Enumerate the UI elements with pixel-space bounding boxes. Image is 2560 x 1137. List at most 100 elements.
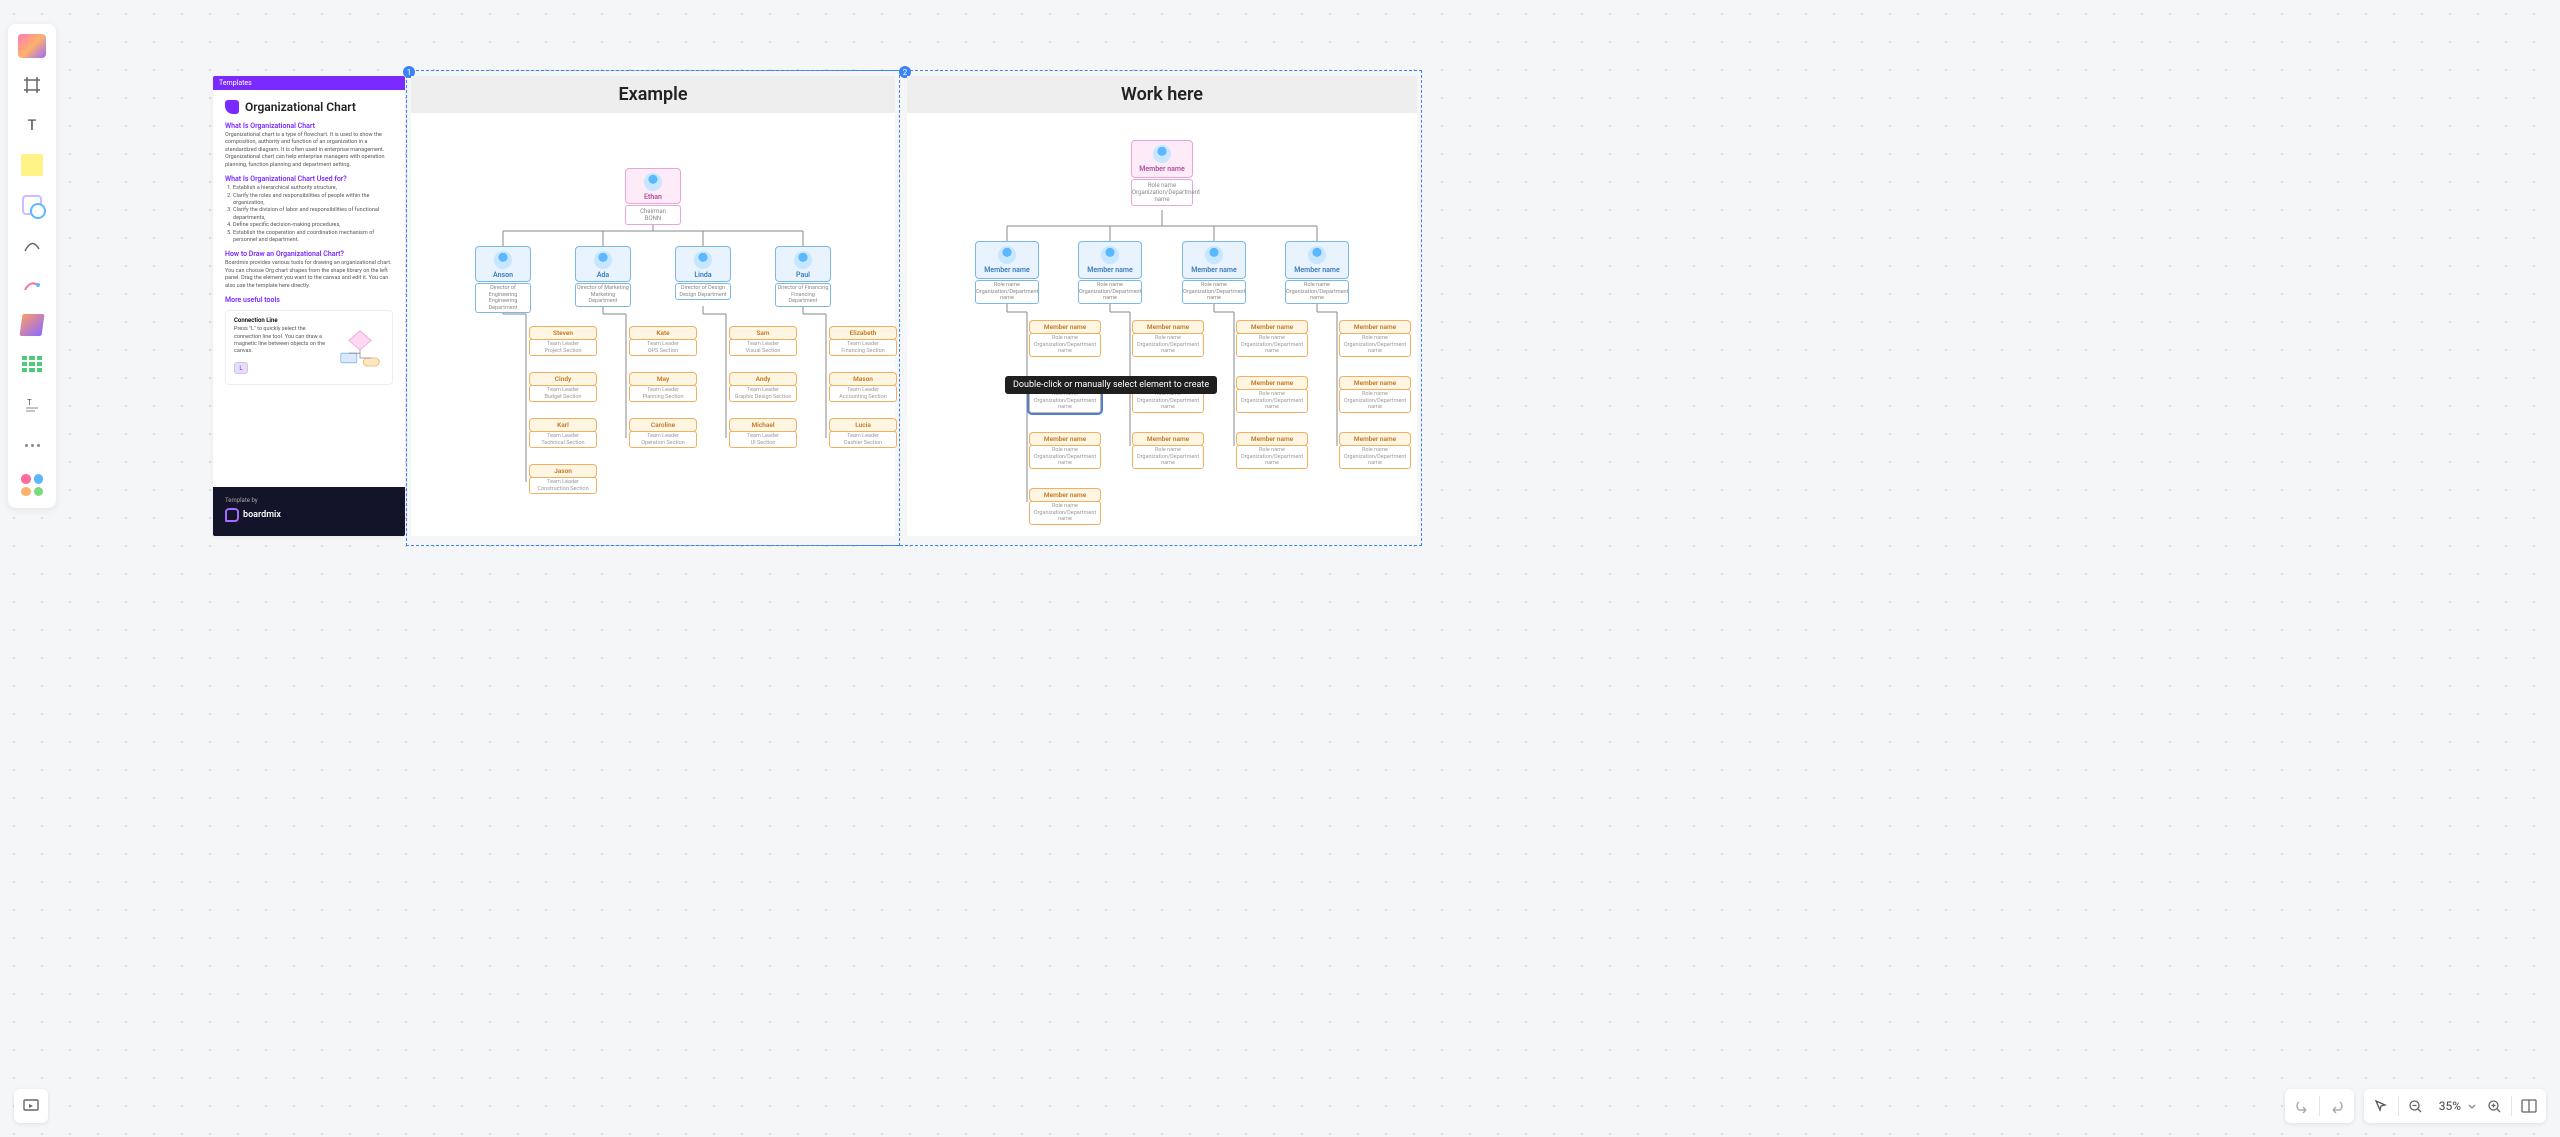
- info-li: Establish the cooperation and coordinati…: [233, 230, 393, 245]
- org-leaf-meta[interactable]: Team LeaderVisual Section: [729, 339, 797, 356]
- pen-tool-icon[interactable]: [19, 272, 45, 298]
- org-leaf-node[interactable]: Member name: [1339, 320, 1411, 334]
- org-dir-meta[interactable]: Role nameOrganization/Department name: [1182, 280, 1246, 304]
- org-leaf-node[interactable]: Member name: [1339, 432, 1411, 446]
- zoom-level[interactable]: 35%: [2433, 1099, 2467, 1113]
- org-leaf-meta[interactable]: Team LeaderCashier Section: [829, 431, 897, 448]
- frame-title: Work here: [907, 76, 1417, 113]
- org-dir-meta[interactable]: Director of MarketingMarketing Departmen…: [575, 283, 631, 307]
- frame-tool-icon[interactable]: [19, 72, 45, 98]
- org-leaf-node[interactable]: Andy: [729, 372, 797, 386]
- org-dir-node[interactable]: Anson: [475, 246, 531, 282]
- org-leaf-node[interactable]: Member name: [1236, 320, 1308, 334]
- org-dir-meta[interactable]: Director of DesignDesign Department: [675, 283, 731, 300]
- sticky-note-tool-icon[interactable]: [19, 152, 45, 178]
- org-dir-node[interactable]: Member name: [1078, 241, 1142, 279]
- template-info-panel[interactable]: Templates Organizational Chart What Is O…: [213, 76, 405, 536]
- org-leaf-meta[interactable]: Role nameOrganization/Department name: [1339, 333, 1411, 357]
- info-h2: What Is Organizational Chart Used for?: [225, 175, 393, 183]
- textblock-tool-icon[interactable]: T: [19, 392, 45, 418]
- org-top-node[interactable]: Member name: [1131, 140, 1193, 178]
- org-leaf-meta[interactable]: Team LeaderOPS Section: [629, 339, 697, 356]
- org-leaf-node[interactable]: Michael: [729, 418, 797, 432]
- present-button[interactable]: [14, 1089, 48, 1123]
- org-leaf-meta[interactable]: Role nameOrganization/Department name: [1236, 445, 1308, 469]
- org-leaf-meta[interactable]: Team LeaderProject Section: [529, 339, 597, 356]
- org-leaf-node[interactable]: Caroline: [629, 418, 697, 432]
- apps-icon[interactable]: [19, 472, 45, 498]
- svg-text:T: T: [28, 116, 37, 134]
- org-leaf-meta[interactable]: Role nameOrganization/Department name: [1339, 445, 1411, 469]
- org-top-meta[interactable]: Role nameOrganization/Department name: [1131, 179, 1193, 206]
- org-dir-node[interactable]: Member name: [975, 241, 1039, 279]
- org-leaf-node[interactable]: Steven: [529, 326, 597, 340]
- org-leaf-node[interactable]: Member name: [1029, 488, 1101, 502]
- shape-tool-icon[interactable]: [19, 192, 45, 218]
- zoom-dropdown-icon[interactable]: [2467, 1101, 2477, 1111]
- org-dir-meta[interactable]: Role nameOrganization/Department name: [1078, 280, 1142, 304]
- frame-example[interactable]: Example Ethan ChairmanBONN Anson Directo…: [411, 76, 895, 536]
- org-leaf-meta[interactable]: Role nameOrganization/Department name: [1029, 501, 1101, 525]
- org-top-meta[interactable]: ChairmanBONN: [625, 205, 681, 225]
- org-leaf-meta[interactable]: Team LeaderOperation Section: [629, 431, 697, 448]
- line-tool-icon[interactable]: [19, 232, 45, 258]
- org-leaf-node[interactable]: Member name: [1132, 432, 1204, 446]
- org-dir-meta[interactable]: Role nameOrganization/Department name: [975, 280, 1039, 304]
- board[interactable]: Templates Organizational Chart What Is O…: [213, 76, 1422, 536]
- org-leaf-meta[interactable]: Team LeaderBudget Section: [529, 385, 597, 402]
- cursor-tool-icon[interactable]: [2364, 1089, 2398, 1123]
- org-leaf-meta[interactable]: Team LeaderFinancing Section: [829, 339, 897, 356]
- minimap-button[interactable]: [2512, 1089, 2546, 1123]
- org-leaf-node[interactable]: Member name: [1236, 432, 1308, 446]
- org-dir-meta[interactable]: Director of EngineeringEngineering Depar…: [475, 283, 531, 313]
- org-leaf-node[interactable]: Elizabeth: [829, 326, 897, 340]
- org-leaf-node[interactable]: Karl: [529, 418, 597, 432]
- org-leaf-meta[interactable]: Role nameOrganization/Department name: [1236, 333, 1308, 357]
- org-leaf-node[interactable]: Sam: [729, 326, 797, 340]
- org-leaf-node[interactable]: Member name: [1029, 320, 1101, 334]
- org-leaf-meta[interactable]: Team LeaderGraphic Design Section: [729, 385, 797, 402]
- more-tools-icon[interactable]: [19, 432, 45, 458]
- org-leaf-meta[interactable]: Role nameOrganization/Department name: [1236, 389, 1308, 413]
- redo-button[interactable]: [2320, 1089, 2354, 1123]
- org-leaf-node[interactable]: Member name: [1132, 320, 1204, 334]
- org-leaf-meta[interactable]: Team LeaderTechnical Section: [529, 431, 597, 448]
- org-leaf-node[interactable]: May: [629, 372, 697, 386]
- org-leaf-meta[interactable]: Role nameOrganization/Department name: [1132, 333, 1204, 357]
- info-li: Clarify the division of labor and respon…: [233, 207, 393, 222]
- org-leaf-node[interactable]: Kate: [629, 326, 697, 340]
- connection-tool-icon[interactable]: [19, 312, 45, 338]
- undo-button[interactable]: [2285, 1089, 2319, 1123]
- org-dir-node[interactable]: Ada: [575, 246, 631, 282]
- org-leaf-meta[interactable]: Role nameOrganization/Department name: [1029, 333, 1101, 357]
- org-leaf-meta[interactable]: Team LeaderConstruction Section: [529, 477, 597, 494]
- org-dir-meta[interactable]: Role nameOrganization/Department name: [1285, 280, 1349, 304]
- zoom-out-button[interactable]: [2399, 1089, 2433, 1123]
- org-leaf-meta[interactable]: Role nameOrganization/Department name: [1132, 445, 1204, 469]
- org-leaf-meta[interactable]: Role nameOrganization/Department name: [1029, 445, 1101, 469]
- app-logo-icon[interactable]: [18, 34, 46, 58]
- org-dir-node[interactable]: Paul: [775, 246, 831, 282]
- org-leaf-meta[interactable]: Team LeaderUI Section: [729, 431, 797, 448]
- org-dir-node[interactable]: Member name: [1182, 241, 1246, 279]
- info-footer: Template by boardmix: [213, 487, 405, 536]
- org-top-node[interactable]: Ethan: [625, 168, 681, 204]
- org-leaf-node[interactable]: Member name: [1236, 376, 1308, 390]
- org-leaf-meta[interactable]: Role nameOrganization/Department name: [1339, 389, 1411, 413]
- org-leaf-node[interactable]: Lucia: [829, 418, 897, 432]
- org-leaf-node[interactable]: Mason: [829, 372, 897, 386]
- org-dir-node[interactable]: Member name: [1285, 241, 1349, 279]
- org-leaf-meta[interactable]: Team LeaderAccounting Section: [829, 385, 897, 402]
- org-leaf-node[interactable]: Member name: [1339, 376, 1411, 390]
- zoom-in-button[interactable]: [2477, 1089, 2511, 1123]
- table-tool-icon[interactable]: [19, 352, 45, 378]
- org-leaf-node[interactable]: Cindy: [529, 372, 597, 386]
- org-leaf-node[interactable]: Member name: [1029, 432, 1101, 446]
- org-leaf-node[interactable]: Jason: [529, 464, 597, 478]
- org-dir-meta[interactable]: Director of FinancingFinancing Departmen…: [775, 283, 831, 307]
- mini-title: Connection Line: [234, 317, 384, 324]
- frame-work[interactable]: Work here Member name Role nameOrganizat…: [907, 76, 1417, 536]
- org-leaf-meta[interactable]: Team LeaderPlanning Section: [629, 385, 697, 402]
- text-tool-icon[interactable]: T: [19, 112, 45, 138]
- org-dir-node[interactable]: Linda: [675, 246, 731, 282]
